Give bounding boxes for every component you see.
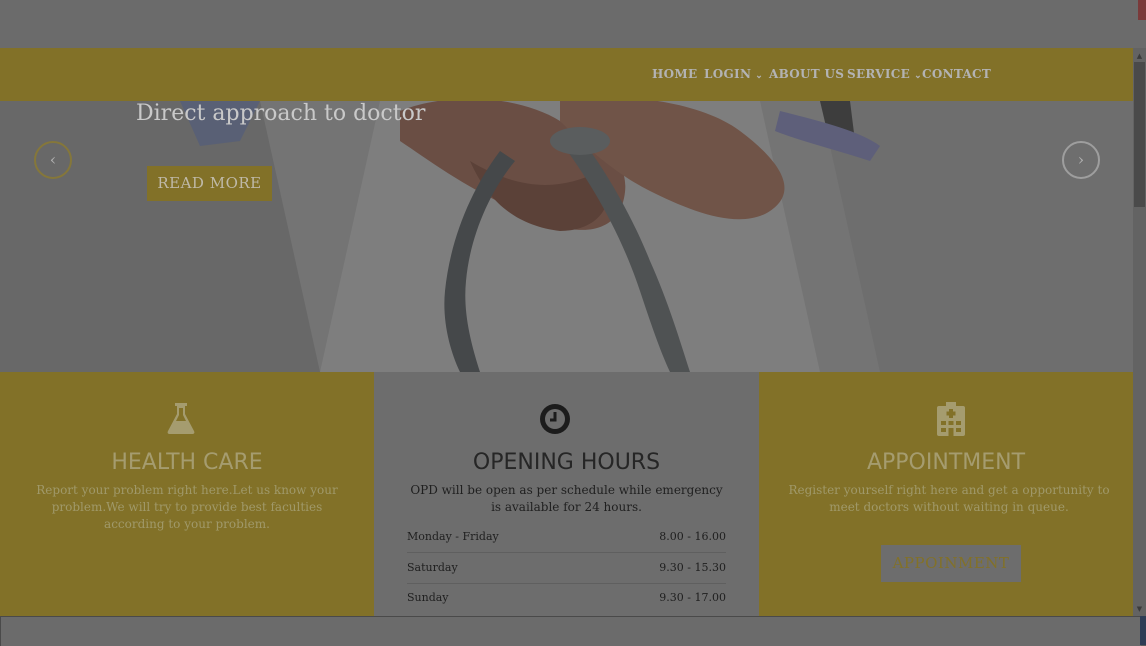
- stethoscope-image: [0, 101, 1133, 372]
- main-navigation: HOME LOGIN ⌄ ABOUT US SERVICE ⌄ CONTACT: [0, 48, 1133, 101]
- chevron-down-icon: ⌄: [755, 71, 764, 81]
- read-more-button[interactable]: READ MORE: [147, 166, 272, 201]
- active-indicator-dots: [659, 91, 683, 106]
- hours-time: 8.00 - 16.00: [659, 530, 726, 543]
- bottom-right-accent: [1140, 616, 1146, 645]
- nav-contact-label: CONTACT: [922, 67, 992, 81]
- health-care-title: HEALTH CARE: [111, 450, 263, 475]
- hours-day: Monday - Friday: [407, 530, 499, 543]
- clock-icon: [540, 404, 570, 434]
- browser-bottom-bar: [0, 616, 1141, 646]
- hospital-icon: [937, 402, 965, 436]
- nav-about-label: ABOUT US: [769, 67, 845, 81]
- appointment-title: APPOINTMENT: [866, 450, 1026, 475]
- flask-icon: [167, 403, 195, 434]
- chevron-down-icon: ⌄: [914, 71, 922, 81]
- nav-contact[interactable]: CONTACT: [922, 48, 991, 101]
- nav-service[interactable]: SERVICE ⌄: [847, 48, 922, 101]
- opening-hours-text: OPD will be open as per schedule while e…: [410, 483, 723, 514]
- hours-time: 9.30 - 17.00: [659, 591, 726, 604]
- appointment-button[interactable]: APPOINMENT: [881, 545, 1021, 582]
- nav-login[interactable]: LOGIN ⌄: [704, 48, 763, 101]
- hours-row: Sunday 9.30 - 17.00: [407, 583, 726, 613]
- hero-title: Direct approach to doctor: [136, 101, 426, 126]
- hours-day: Saturday: [407, 561, 458, 574]
- hours-time: 9.30 - 15.30: [659, 561, 726, 574]
- browser-top-bar: [0, 0, 1146, 49]
- appointment-panel: APPOINTMENT Register yourself right here…: [759, 372, 1133, 616]
- appointment-text: Register yourself right here and get a o…: [788, 483, 1110, 514]
- opening-hours-panel: OPENING HOURS OPD will be open as per sc…: [374, 372, 759, 616]
- health-care-text: Report your problem right here.Let us kn…: [36, 483, 338, 531]
- hours-row: Monday - Friday 8.00 - 16.00: [407, 522, 726, 553]
- hours-day: Sunday: [407, 591, 449, 604]
- slider-next-button[interactable]: ›: [1062, 141, 1100, 179]
- chevron-right-icon: ›: [1077, 150, 1085, 169]
- health-care-panel: HEALTH CARE Report your problem right he…: [0, 372, 374, 616]
- nav-login-label: LOGIN: [704, 67, 752, 81]
- nav-service-label: SERVICE: [847, 67, 911, 81]
- scroll-down-arrow-icon[interactable]: ▼: [1135, 605, 1144, 614]
- hero-slider: Direct approach to doctor READ MORE: [0, 101, 1133, 372]
- nav-about-us[interactable]: ABOUT US: [769, 48, 844, 101]
- chevron-left-icon: ‹: [49, 150, 57, 169]
- slider-prev-button[interactable]: ‹: [34, 141, 72, 179]
- hours-row: Saturday 9.30 - 15.30: [407, 553, 726, 584]
- opening-hours-title: OPENING HOURS: [472, 450, 661, 475]
- top-right-accent: [1138, 0, 1146, 20]
- nav-home-label: HOME: [652, 67, 698, 81]
- scrollbar-thumb[interactable]: [1134, 62, 1145, 207]
- scroll-up-arrow-icon[interactable]: ▲: [1135, 52, 1144, 61]
